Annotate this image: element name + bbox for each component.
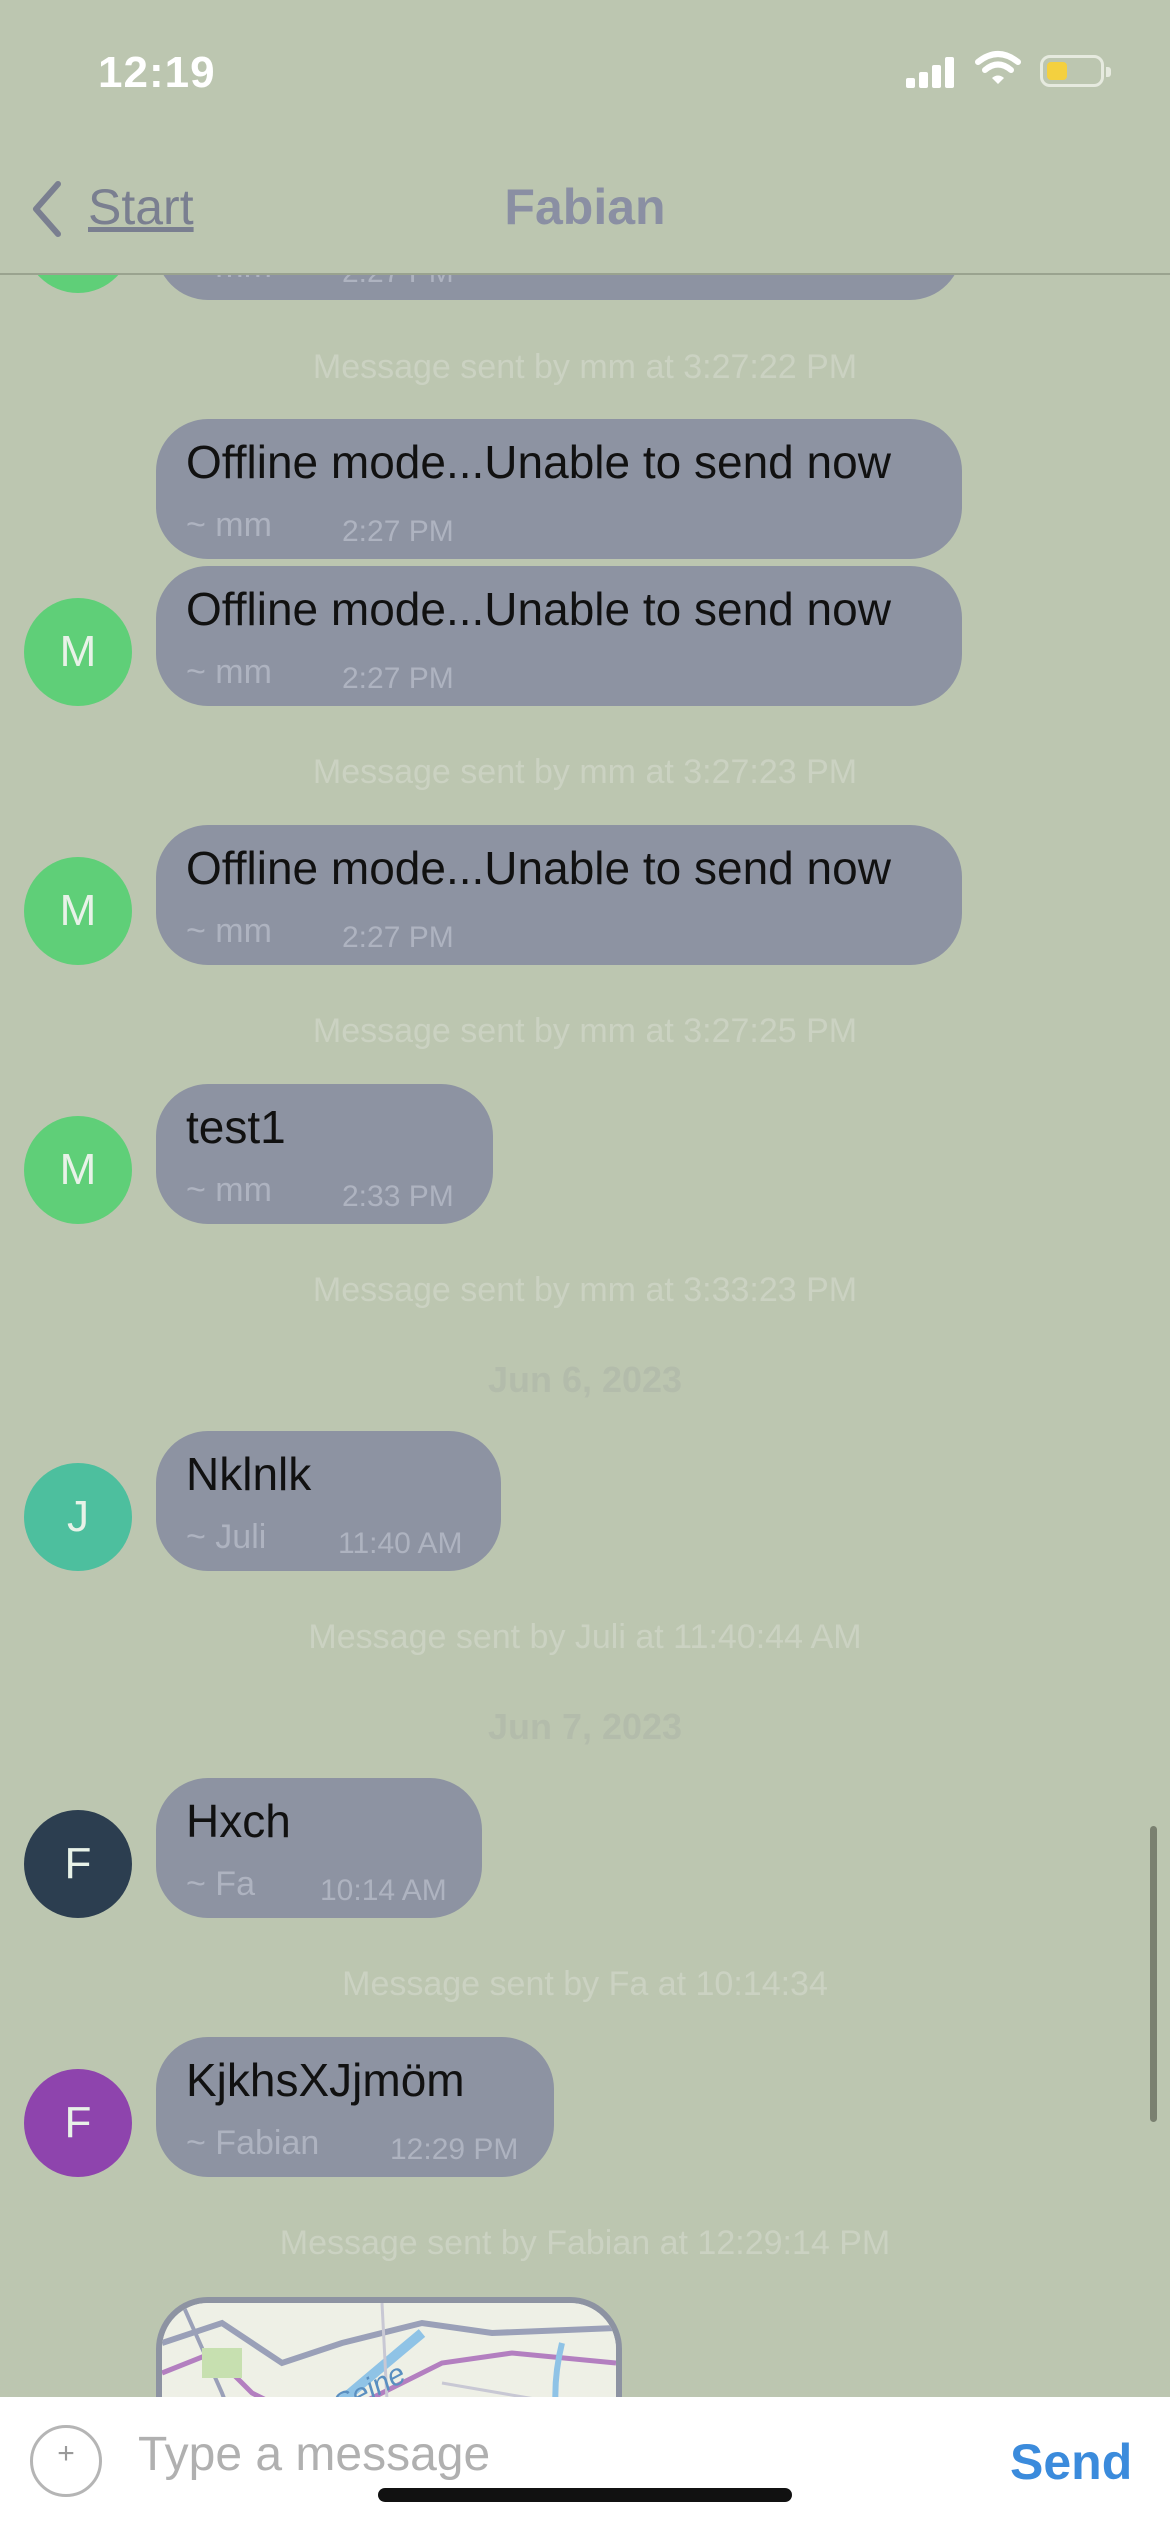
system-message: Message sent by Fa at 10:14:34 [342,1965,828,2003]
message-bubble[interactable]: Offline mode...Unable to send now ~ mm 2… [156,825,962,965]
system-message: Message sent by mm at 3:27:23 PM [312,753,858,791]
message-text: test1 [186,1101,286,1153]
message-bubble[interactable]: test1 ~ mm 2:33 PM [156,1084,493,1224]
avatar[interactable]: M [24,857,132,965]
message-sender: ~ Fabian [186,2124,320,2162]
message-sender: ~ mm [186,653,272,691]
nav-bar: Start Fabian [0,140,1170,275]
system-message: Message sent by mm at 3:27:25 PM [312,1012,858,1050]
message-bubble[interactable]: Offline mode...Unable to send now ~ mm 2… [156,419,962,559]
message-text: Offline mode...Unable to send now [186,436,891,488]
chat-title: Fabian [504,179,666,235]
status-time: 12:19 [98,48,216,97]
avatar[interactable]: M [24,598,132,706]
message-sender: ~ Juli [186,1518,267,1556]
avatar[interactable]: F [24,1810,132,1918]
scrollbar[interactable] [1150,1826,1157,2122]
message-time: 2:27 PM [342,275,454,290]
system-message: Message sent by Fabian at 12:29:14 PM [279,2224,891,2262]
message-sender: ~ mm [186,275,272,286]
message-text: Nklnlk [186,1448,312,1500]
message-bubble[interactable]: KjkhsXJjmöm ~ Fabian 12:29 PM [156,2037,554,2177]
message-list[interactable]: ~ mm 2:27 PM Message sent by mm at 3:27:… [0,275,1170,2397]
wifi-icon [975,51,1021,84]
add-attachment-button[interactable]: + [30,2425,102,2497]
avatar[interactable]: M [24,1116,132,1224]
status-bar: 12:19 [0,0,1170,140]
message-sender: ~ mm [186,912,272,950]
message-sender: ~ mm [186,506,272,544]
message-sender: ~ Fa [186,1865,255,1903]
system-message: Message sent by mm at 3:27:22 PM [312,348,858,386]
message-time: 2:27 PM [342,662,454,695]
message-time: 12:29 PM [390,2133,519,2166]
message-composer: + Send [0,2397,1170,2532]
message-time: 2:27 PM [342,515,454,548]
message-text: Offline mode...Unable to send now [186,842,891,894]
home-indicator [378,2488,792,2502]
message-bubble[interactable]: Hxch ~ Fa 10:14 AM [156,1778,482,1918]
message-time: 2:33 PM [342,1180,454,1213]
signal-icon [906,56,954,88]
map-thumbnail[interactable]: la Seine [156,2297,622,2397]
avatar[interactable]: F [24,2069,132,2177]
message-text: Hxch [186,1795,291,1847]
avatar [24,275,132,293]
system-message: Message sent by Juli at 11:40:44 AM [308,1618,862,1656]
date-separator: Jun 6, 2023 [487,1359,683,1400]
map-image: la Seine [162,2303,616,2397]
date-separator: Jun 7, 2023 [487,1706,683,1747]
system-message: Message sent by mm at 3:33:23 PM [312,1271,858,1309]
message-time: 11:40 AM [338,1527,463,1560]
avatar[interactable]: J [24,1463,132,1571]
message-sender: ~ mm [186,1171,272,1209]
message-text: Offline mode...Unable to send now [186,583,891,635]
battery-icon [1040,55,1111,87]
message-text: KjkhsXJjmöm [186,2054,465,2106]
message-time: 2:27 PM [342,921,454,954]
message-time: 10:14 AM [320,1874,447,1907]
message-bubble[interactable]: Nklnlk ~ Juli 11:40 AM [156,1431,501,1571]
message-bubble[interactable]: Offline mode...Unable to send now ~ mm 2… [156,566,962,706]
message-input[interactable] [138,2419,958,2489]
send-button[interactable]: Send [1010,2433,1132,2491]
message-bubble[interactable]: ~ mm 2:27 PM [156,275,962,300]
